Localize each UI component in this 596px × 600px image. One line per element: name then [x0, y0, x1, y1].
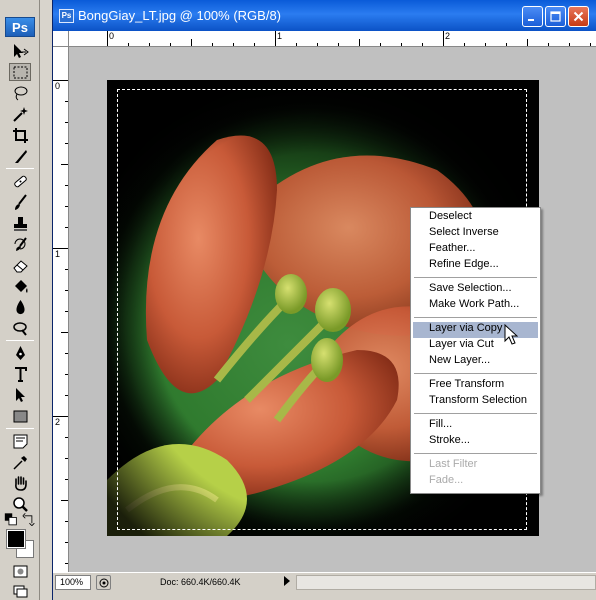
- menu-item-stroke[interactable]: Stroke...: [411, 434, 540, 450]
- maximize-button[interactable]: [545, 6, 566, 27]
- menu-item-select-inverse[interactable]: Select Inverse: [411, 226, 540, 242]
- eyedropper-tool-icon[interactable]: [9, 453, 31, 471]
- document-size-info: Doc: 660.4K/660.4K: [160, 577, 241, 587]
- paint-bucket-tool-icon[interactable]: [9, 277, 31, 295]
- horizontal-ruler-ticks: [107, 31, 591, 46]
- minimize-button[interactable]: [522, 6, 543, 27]
- default-colors-icon[interactable]: [4, 512, 18, 525]
- notes-tool-icon[interactable]: [9, 432, 31, 450]
- eraser-tool-icon[interactable]: [9, 256, 31, 274]
- dodge-tool-icon[interactable]: [9, 319, 31, 337]
- vertical-ruler[interactable]: 0 1 2: [53, 47, 69, 572]
- vertical-ruler-ticks: [53, 80, 68, 564]
- menu-item-last-filter: Last Filter: [429, 458, 478, 470]
- ruler-label: 0: [109, 31, 115, 41]
- rectangle-tool-icon[interactable]: [9, 407, 31, 425]
- ruler-label: 2: [445, 31, 451, 41]
- menu-item-fade: Fade...: [429, 474, 464, 486]
- blur-tool-icon[interactable]: [9, 298, 31, 316]
- healing-brush-tool-icon[interactable]: [9, 172, 31, 190]
- toolbox-separator: [6, 168, 34, 169]
- maximize-icon: [550, 11, 561, 22]
- version-cue-icon[interactable]: [96, 575, 111, 590]
- move-tool-icon[interactable]: [9, 42, 31, 60]
- toolbox-separator: [6, 340, 34, 341]
- quick-mask-icon[interactable]: [9, 562, 31, 580]
- menu-item-new-layer[interactable]: New Layer...: [411, 354, 540, 370]
- ruler-label: 2: [55, 417, 61, 427]
- brush-tool-icon[interactable]: [9, 193, 31, 211]
- menu-separator: [411, 410, 540, 418]
- menu-separator: [411, 450, 540, 458]
- menu-item-transform-selection[interactable]: Transform Selection: [411, 394, 540, 410]
- document-icon: Ps: [59, 9, 74, 23]
- photoshop-logo[interactable]: Ps: [5, 17, 35, 37]
- slice-tool-icon[interactable]: [9, 147, 31, 165]
- lasso-tool-icon[interactable]: [9, 84, 31, 102]
- ruler-corner[interactable]: [53, 31, 69, 47]
- type-tool-icon[interactable]: [9, 365, 31, 383]
- mouse-pointer-icon: [504, 324, 518, 345]
- menu-item-fill[interactable]: Fill...: [411, 418, 540, 434]
- menu-item-refine-edge[interactable]: Refine Edge...: [411, 258, 540, 274]
- document-title: BongGiay_LT.jpg @ 100% (RGB/8): [78, 8, 281, 23]
- menu-item-free-transform[interactable]: Free Transform: [411, 378, 540, 394]
- ruler-label: 1: [277, 31, 283, 41]
- menu-item-layer-via-cut[interactable]: Layer via Cut: [411, 338, 540, 354]
- hand-tool-icon[interactable]: [9, 474, 31, 492]
- title-bar[interactable]: Ps BongGiay_LT.jpg @ 100% (RGB/8): [53, 0, 596, 31]
- menu-separator: [411, 274, 540, 282]
- crop-tool-icon[interactable]: [9, 126, 31, 144]
- minimize-icon: [528, 19, 534, 21]
- marquee-tool-icon[interactable]: [9, 63, 31, 81]
- clone-stamp-tool-icon[interactable]: [9, 214, 31, 232]
- toolbox-separator: [6, 428, 34, 429]
- menu-item-layer-via-copy[interactable]: Layer via Copy: [413, 322, 538, 338]
- status-bar: 100% Doc: 660.4K/660.4K: [53, 572, 596, 591]
- menu-item-feather[interactable]: Feather...: [411, 242, 540, 258]
- magic-wand-tool-icon[interactable]: [9, 105, 31, 123]
- foreground-color-swatch[interactable]: [6, 529, 26, 549]
- close-icon: [573, 11, 584, 22]
- history-brush-tool-icon[interactable]: [9, 235, 31, 253]
- pen-tool-icon[interactable]: [9, 344, 31, 362]
- path-selection-tool-icon[interactable]: [9, 386, 31, 404]
- tools-palette: Ps: [0, 0, 40, 600]
- screen-mode-icon[interactable]: [9, 582, 31, 600]
- context-menu: Deselect Select Inverse Feather... Refin…: [410, 207, 541, 494]
- menu-item-deselect[interactable]: Deselect: [411, 210, 540, 226]
- ruler-label: 0: [55, 81, 61, 91]
- status-menu-arrow-icon[interactable]: [284, 576, 290, 586]
- horizontal-scrollbar[interactable]: [296, 575, 596, 590]
- ruler-label: 1: [55, 249, 61, 259]
- menu-separator: [411, 314, 540, 322]
- swap-colors-icon[interactable]: [22, 512, 36, 526]
- zoom-level-field[interactable]: 100%: [55, 575, 91, 590]
- menu-item-make-work-path[interactable]: Make Work Path...: [411, 298, 540, 314]
- menu-item-save-selection[interactable]: Save Selection...: [411, 282, 540, 298]
- menu-separator: [411, 370, 540, 378]
- close-button[interactable]: [568, 6, 589, 27]
- horizontal-ruler[interactable]: 0 1 2: [69, 31, 596, 47]
